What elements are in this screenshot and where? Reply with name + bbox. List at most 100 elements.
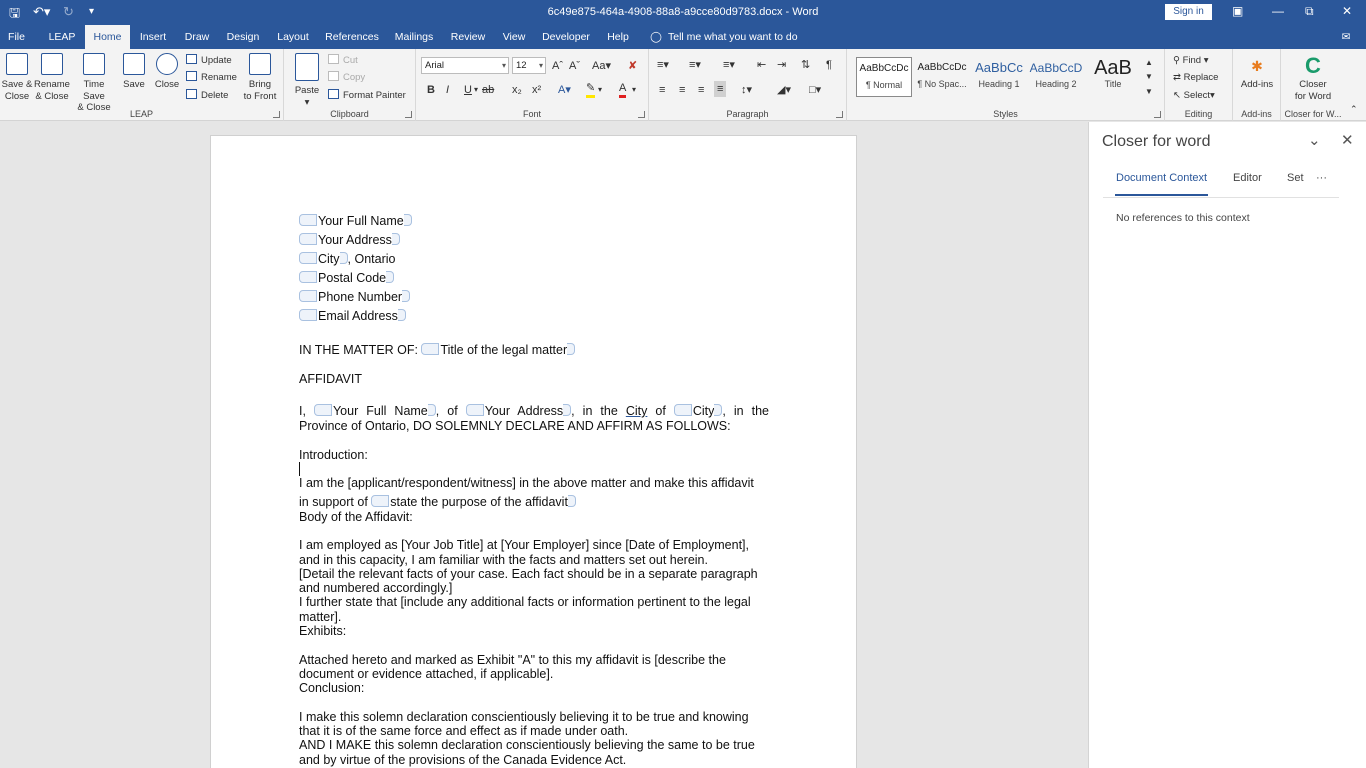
tab-developer[interactable]: Developer <box>537 25 595 49</box>
intro-line-1[interactable]: I am the [applicant/respondent/witness] … <box>299 476 769 491</box>
matter-line[interactable]: IN THE MATTER OF: Title of the legal mat… <box>299 343 769 358</box>
body-line[interactable]: I further state that [include any additi… <box>299 595 769 610</box>
header-field-address[interactable]: Your Address <box>299 233 769 248</box>
update-button[interactable]: Update <box>186 53 232 69</box>
tab-insert[interactable]: Insert <box>133 25 173 49</box>
declaration-line-1[interactable]: I, Your Full Name, of Your Address, in t… <box>299 404 769 419</box>
superscript-icon[interactable]: x² <box>532 82 541 98</box>
ribbon-display-icon[interactable]: ▣ <box>1232 4 1243 18</box>
body-line[interactable]: and in this capacity, I am familiar with… <box>299 553 769 568</box>
body-heading[interactable]: Body of the Affidavit: <box>299 510 769 525</box>
tab-review[interactable]: Review <box>445 25 491 49</box>
close-button[interactable]: Close <box>152 53 182 91</box>
line-spacing-icon[interactable]: ↕▾ <box>741 82 752 98</box>
conclusion-heading[interactable]: Conclusion: <box>299 681 769 696</box>
font-color-icon[interactable]: A <box>619 82 627 98</box>
numbering-icon[interactable]: ≡▾ <box>689 57 701 73</box>
select-button[interactable]: ↖ Select▾ <box>1173 88 1215 104</box>
borders-icon[interactable]: □▾ <box>809 82 821 98</box>
cut-button[interactable]: Cut <box>328 53 358 69</box>
font-family-select[interactable]: Arial ▾ <box>421 57 509 74</box>
comments-icon[interactable]: ✉ <box>1336 25 1356 49</box>
align-left-icon[interactable]: ≡ <box>659 82 665 98</box>
tab-layout[interactable]: Layout <box>270 25 316 49</box>
rename-button[interactable]: Rename <box>186 70 237 86</box>
conclusion-line[interactable]: that it is of the same force and effect … <box>299 724 769 739</box>
intro-line-2[interactable]: in support of state the purpose of the a… <box>299 495 769 510</box>
highlight-icon[interactable]: ✎ <box>586 82 596 98</box>
more-tabs-icon[interactable]: ··· <box>1316 172 1327 184</box>
tab-settings[interactable]: Set <box>1287 172 1304 184</box>
style-no-spacing[interactable]: AaBbCcDc ¶ No Spac... <box>914 57 970 97</box>
tab-mailings[interactable]: Mailings <box>388 25 440 49</box>
conclusion-line[interactable]: and by virtue of the provisions of the C… <box>299 753 769 768</box>
sign-in-button[interactable]: Sign in <box>1165 4 1212 20</box>
affidavit-heading[interactable]: AFFIDAVIT <box>299 372 769 387</box>
rename-close-button[interactable]: Rename & Close <box>34 53 70 102</box>
header-field-postal-code[interactable]: Postal Code <box>299 271 769 286</box>
grow-font-icon[interactable]: Aˆ <box>552 58 563 74</box>
exhibits-heading[interactable]: Exhibits: <box>299 624 769 639</box>
declaration-line-2[interactable]: Province of Ontario, DO SOLEMNLY DECLARE… <box>299 419 769 434</box>
style-title[interactable]: AaB Title <box>1085 57 1141 97</box>
document-page[interactable]: Your Full Name Your Address City, Ontari… <box>210 135 857 768</box>
clear-formatting-icon[interactable]: ✘ <box>628 58 637 74</box>
change-case-button[interactable]: Aa▾ <box>592 58 611 74</box>
styles-scroll-down-icon[interactable]: ▼ <box>1145 69 1153 85</box>
document-workspace[interactable]: Your Full Name Your Address City, Ontari… <box>0 122 1088 768</box>
tell-me-search[interactable]: Tell me what you want to do <box>668 25 798 49</box>
increase-indent-icon[interactable]: ⇥ <box>777 57 786 73</box>
delete-button[interactable]: Delete <box>186 88 228 104</box>
decrease-indent-icon[interactable]: ⇤ <box>757 57 766 73</box>
body-line[interactable]: I am employed as [Your Job Title] at [Yo… <box>299 538 769 553</box>
conclusion-line[interactable]: AND I MAKE this solemn declaration consc… <box>299 738 769 753</box>
restore-icon[interactable]: ⧉ <box>1305 4 1314 19</box>
collapse-ribbon-icon[interactable]: ⌃ <box>1350 101 1358 117</box>
copy-button[interactable]: Copy <box>328 70 365 86</box>
minimize-icon[interactable]: — <box>1272 4 1284 18</box>
leap-launcher-icon[interactable] <box>273 111 280 118</box>
introduction-heading[interactable]: Introduction: <box>299 448 769 463</box>
header-field-email[interactable]: Email Address <box>299 309 769 324</box>
header-field-name[interactable]: Your Full Name <box>299 214 769 229</box>
justify-icon[interactable]: ≡ <box>714 81 727 97</box>
highlight-dropdown-icon[interactable]: ▾ <box>598 82 602 98</box>
style-heading-2[interactable]: AaBbCcD Heading 2 <box>1028 57 1084 97</box>
underline-icon[interactable]: U <box>464 82 472 98</box>
text-effects-icon[interactable]: A▾ <box>558 82 571 98</box>
align-center-icon[interactable]: ≡ <box>679 82 685 98</box>
add-ins-button[interactable]: ✱ Add-ins <box>1236 53 1278 91</box>
body-line[interactable]: matter]. <box>299 610 769 625</box>
underline-dropdown-icon[interactable]: ▾ <box>474 82 478 98</box>
shrink-font-icon[interactable]: Aˇ <box>569 58 580 74</box>
tab-view[interactable]: View <box>496 25 532 49</box>
styles-launcher-icon[interactable] <box>1154 111 1161 118</box>
format-painter-button[interactable]: Format Painter <box>328 88 406 104</box>
style-normal[interactable]: AaBbCcDc ¶ Normal <box>856 57 912 97</box>
align-right-icon[interactable]: ≡ <box>698 82 704 98</box>
subscript-icon[interactable]: x₂ <box>512 82 522 98</box>
bold-icon[interactable]: B <box>427 82 435 98</box>
font-color-dropdown-icon[interactable]: ▾ <box>632 82 636 98</box>
tab-document-context[interactable]: Document Context <box>1116 172 1207 184</box>
tab-home[interactable]: Home <box>85 25 130 49</box>
header-field-city[interactable]: City, Ontario <box>299 252 769 267</box>
close-icon[interactable]: ✕ <box>1342 4 1352 18</box>
italic-icon[interactable]: I <box>446 82 449 98</box>
pilcrow-icon[interactable]: ¶ <box>826 57 832 73</box>
exhibit-line[interactable]: Attached hereto and marked as Exhibit "A… <box>299 653 769 668</box>
clipboard-launcher-icon[interactable] <box>405 111 412 118</box>
tab-references[interactable]: References <box>321 25 383 49</box>
paragraph-launcher-icon[interactable] <box>836 111 843 118</box>
time-save-close-button[interactable]: Time Save & Close <box>72 53 116 114</box>
save-close-button[interactable]: Save & Close <box>1 53 33 102</box>
tab-file[interactable]: File <box>0 25 33 49</box>
tab-design[interactable]: Design <box>221 25 265 49</box>
pane-close-icon[interactable]: ✕ <box>1341 131 1354 149</box>
styles-more-icon[interactable]: ▼ <box>1145 84 1153 100</box>
sort-icon[interactable]: ⇅ <box>801 57 810 73</box>
save-button[interactable]: Save <box>120 53 148 91</box>
conclusion-line[interactable]: I make this solemn declaration conscient… <box>299 710 769 725</box>
font-size-select[interactable]: 12 ▾ <box>512 57 546 74</box>
shading-icon[interactable]: ◢▾ <box>777 82 791 98</box>
